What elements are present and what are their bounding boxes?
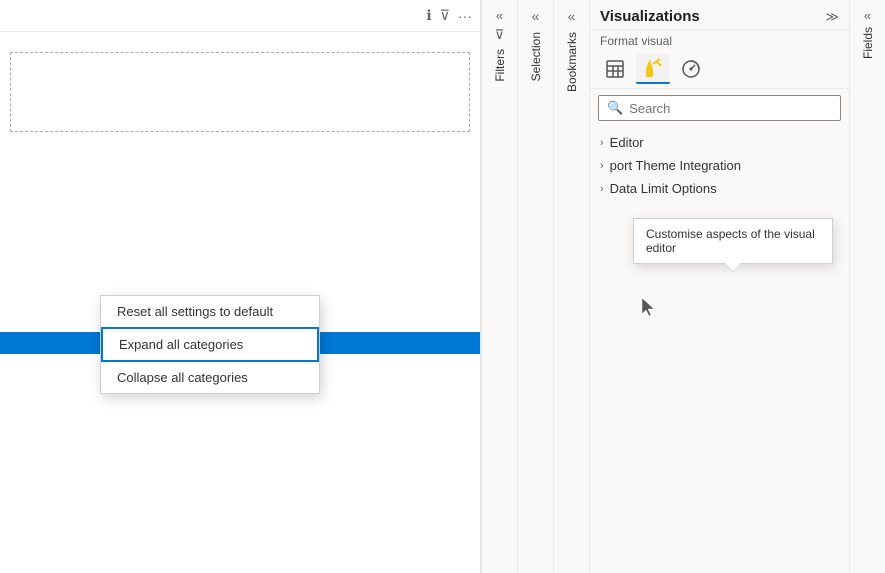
search-input[interactable] bbox=[629, 101, 832, 116]
bookmarks-panel: « Bookmarks bbox=[553, 0, 589, 573]
viz-panel-title: Visualizations bbox=[600, 8, 700, 25]
format-icon bbox=[642, 57, 664, 79]
data-limit-chevron-icon: › bbox=[600, 183, 604, 195]
viz-panel-chevrons: ≫ bbox=[825, 9, 839, 25]
toolbar-analytics-btn[interactable] bbox=[674, 54, 708, 84]
fields-chevron-icon[interactable]: « bbox=[864, 8, 871, 23]
more-icon[interactable]: ··· bbox=[458, 8, 472, 24]
editor-chevron-icon: › bbox=[600, 137, 604, 149]
selection-label[interactable]: Selection bbox=[529, 32, 543, 81]
selection-panel: « Selection bbox=[517, 0, 553, 573]
selection-chevron-icon[interactable]: « bbox=[532, 8, 540, 24]
viz-expand-icon[interactable]: ≫ bbox=[825, 9, 839, 25]
filters-chevron-icon[interactable]: « bbox=[496, 8, 503, 23]
canvas-area: ℹ ⊽ ··· bbox=[0, 0, 481, 573]
table-icon bbox=[605, 59, 625, 79]
analytics-icon bbox=[681, 59, 701, 79]
context-menu: Reset all settings to default Expand all… bbox=[100, 295, 320, 394]
canvas-top-bar: ℹ ⊽ ··· bbox=[0, 0, 480, 32]
filters-panel: « ⊽ Filters bbox=[481, 0, 517, 573]
context-menu-item-expand[interactable]: Expand all categories bbox=[101, 327, 319, 362]
context-menu-item-reset[interactable]: Reset all settings to default bbox=[101, 296, 319, 327]
canvas-dashed-box bbox=[10, 52, 470, 132]
data-limit-label: Data Limit Options bbox=[610, 181, 717, 196]
tooltip-text: Customise aspects of the visual editor bbox=[646, 227, 815, 255]
viz-sections: › Editor › port Theme Integration › Data… bbox=[590, 127, 849, 204]
search-icon: 🔍 bbox=[607, 100, 623, 116]
right-panel: « ⊽ Filters « Selection « Bookmarks Visu… bbox=[481, 0, 885, 573]
filter-panel-icon: ⊽ bbox=[495, 27, 505, 43]
search-box[interactable]: 🔍 bbox=[598, 95, 841, 121]
editor-label: Editor bbox=[610, 135, 644, 150]
toolbar-format-btn[interactable] bbox=[636, 54, 670, 84]
data-limit-section[interactable]: › Data Limit Options bbox=[600, 177, 839, 200]
editor-section[interactable]: › Editor bbox=[600, 131, 839, 154]
filter-icon[interactable]: ⊽ bbox=[440, 7, 450, 24]
bookmarks-label[interactable]: Bookmarks bbox=[565, 32, 579, 92]
fields-label[interactable]: Fields bbox=[861, 27, 875, 59]
toolbar-table-btn[interactable] bbox=[598, 54, 632, 84]
info-icon[interactable]: ℹ bbox=[426, 7, 431, 24]
fields-panel: « Fields bbox=[849, 0, 885, 573]
visualizations-panel: Visualizations ≫ Format visual bbox=[589, 0, 849, 573]
main-layout: ℹ ⊽ ··· « ⊽ Filters « Selection « Bookma… bbox=[0, 0, 885, 573]
report-theme-chevron-icon: › bbox=[600, 160, 604, 172]
viz-toolbar bbox=[590, 50, 849, 89]
tooltip-box: Customise aspects of the visual editor bbox=[633, 218, 833, 264]
bookmarks-chevron-icon[interactable]: « bbox=[568, 8, 576, 24]
format-visual-label: Format visual bbox=[590, 30, 849, 50]
viz-panel-header: Visualizations ≫ bbox=[590, 0, 849, 30]
report-theme-section[interactable]: › port Theme Integration bbox=[600, 154, 839, 177]
context-menu-item-collapse[interactable]: Collapse all categories bbox=[101, 362, 319, 393]
report-theme-label: port Theme Integration bbox=[610, 158, 741, 173]
filters-label[interactable]: Filters bbox=[493, 49, 507, 82]
